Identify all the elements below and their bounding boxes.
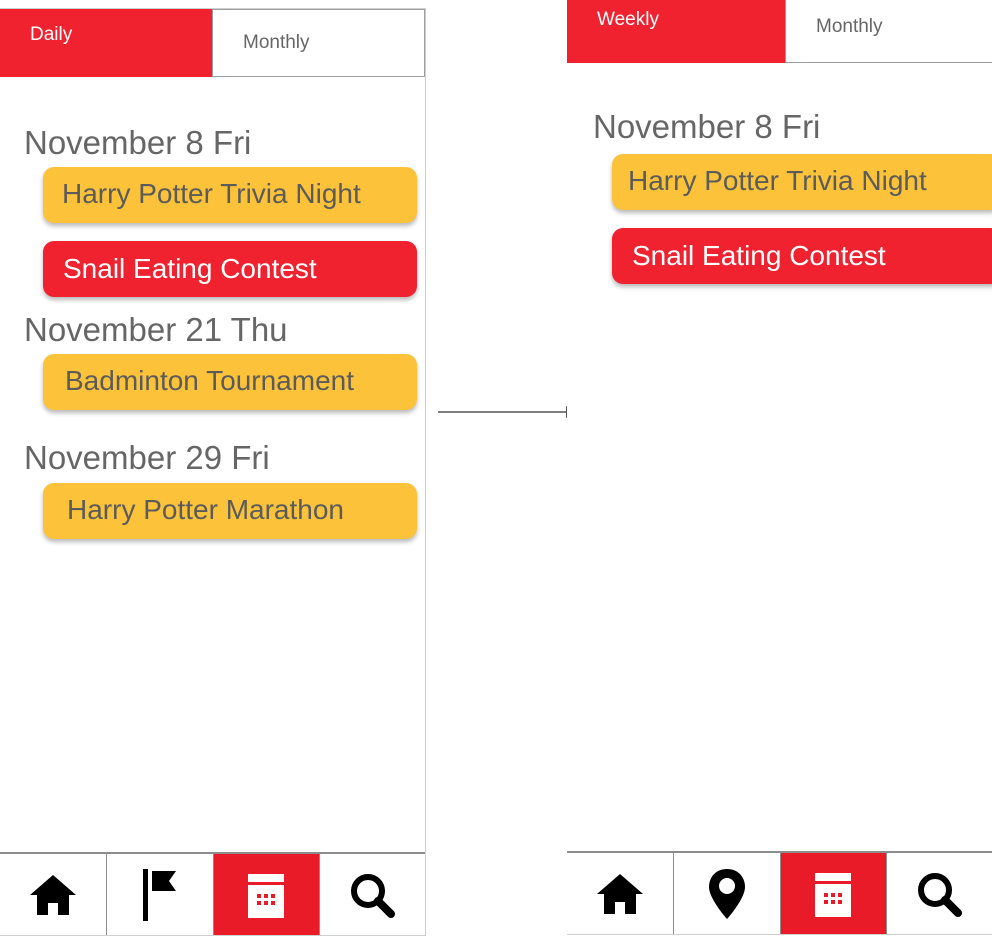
tab-monthly[interactable]: Monthly xyxy=(212,9,425,77)
view-tabs: Daily Monthly xyxy=(0,9,425,77)
location-pin-icon xyxy=(708,868,745,919)
nav-home[interactable] xyxy=(0,854,106,935)
weekly-screen: Weekly Monthly November 8 Fri Harry Pott… xyxy=(567,0,992,935)
event-card[interactable]: Snail Eating Contest xyxy=(43,241,417,297)
search-icon xyxy=(918,872,963,917)
tab-monthly[interactable]: Monthly xyxy=(785,0,992,63)
event-card[interactable]: Badminton Tournament xyxy=(43,354,417,410)
search-icon xyxy=(351,873,396,918)
home-icon xyxy=(597,873,644,914)
nav-flag[interactable] xyxy=(106,854,212,935)
event-card[interactable]: Harry Potter Marathon xyxy=(43,483,417,539)
day-heading: November 8 Fri xyxy=(24,124,252,161)
transition-arrow xyxy=(438,406,579,418)
bottom-nav xyxy=(0,852,425,935)
tab-weekly[interactable]: Weekly xyxy=(567,0,785,63)
event-card[interactable]: Snail Eating Contest xyxy=(612,228,992,284)
event-card[interactable]: Harry Potter Trivia Night xyxy=(43,167,417,223)
nav-location[interactable] xyxy=(673,853,779,934)
day-heading: November 29 Fri xyxy=(24,439,270,476)
home-icon xyxy=(30,874,77,915)
day-heading: November 8 Fri xyxy=(593,108,821,145)
daily-screen: Daily Monthly November 8 Fri Harry Potte… xyxy=(0,8,426,936)
tab-daily[interactable]: Daily xyxy=(0,9,212,77)
nav-calendar[interactable] xyxy=(779,853,886,934)
day-heading: November 21 Thu xyxy=(24,311,288,348)
nav-search[interactable] xyxy=(318,854,425,935)
view-tabs: Weekly Monthly xyxy=(567,0,992,63)
event-card[interactable]: Harry Potter Trivia Night xyxy=(612,154,992,210)
nav-calendar[interactable] xyxy=(212,854,319,935)
flag-icon xyxy=(142,868,176,921)
calendar-icon xyxy=(815,872,852,917)
nav-home[interactable] xyxy=(567,853,673,934)
nav-search[interactable] xyxy=(885,853,992,934)
calendar-icon xyxy=(248,873,285,918)
bottom-nav xyxy=(567,851,992,934)
